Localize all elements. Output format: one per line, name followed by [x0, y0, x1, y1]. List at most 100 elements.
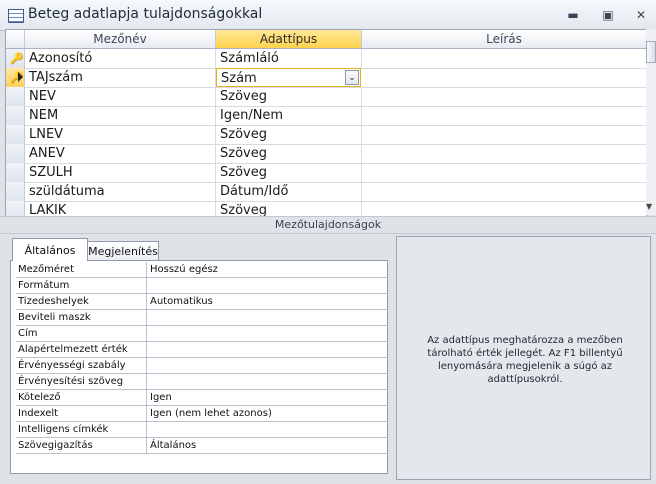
property-row[interactable]: Beviteli maszk	[16, 310, 387, 326]
property-label: Beviteli maszk	[16, 310, 147, 325]
field-row[interactable]: LAKIK Szöveg	[6, 201, 646, 216]
property-label: Tizedeshelyek	[16, 294, 147, 309]
column-header-description[interactable]: Leírás	[362, 30, 646, 48]
tab-general[interactable]: Általános	[12, 238, 88, 261]
property-row[interactable]: Indexelt Igen (nem lehet azonos)	[16, 406, 387, 422]
property-label: Mezőméret	[16, 262, 147, 277]
field-row[interactable]: LNEV Szöveg	[6, 125, 646, 145]
property-row[interactable]: Szövegigazítás Általános	[16, 438, 387, 454]
property-value[interactable]	[148, 374, 387, 389]
row-selector[interactable]: 🔑	[6, 68, 25, 87]
description-cell[interactable]	[362, 201, 646, 216]
description-cell[interactable]	[362, 87, 646, 106]
field-row[interactable]: 🔑 TAJszám Szám ⌄	[6, 68, 646, 88]
selector-header	[6, 30, 25, 48]
data-type-cell[interactable]: Dátum/Idő	[216, 182, 362, 201]
property-label: Cím	[16, 326, 147, 341]
row-selector[interactable]	[6, 144, 25, 163]
row-selector[interactable]	[6, 163, 25, 182]
field-properties-panel: Mezőméret Hosszú egész Formátum Tizedeshe…	[10, 260, 388, 474]
description-cell[interactable]	[362, 182, 646, 201]
field-name-cell[interactable]: NEV	[25, 87, 216, 106]
help-text: Az adattípus meghatározza a mezőben táro…	[427, 335, 623, 385]
row-selector-arrow-icon	[18, 72, 23, 82]
minimize-button[interactable]: ▬	[560, 5, 586, 25]
data-type-value: Szám	[221, 71, 257, 86]
description-cell[interactable]	[362, 163, 646, 182]
data-type-cell[interactable]: Szöveg	[216, 201, 362, 216]
property-row[interactable]: Tizedeshelyek Automatikus	[16, 294, 387, 310]
chevron-down-icon[interactable]: ⌄	[345, 70, 359, 85]
column-header-data-type[interactable]: Adattípus	[216, 30, 362, 48]
property-label: Intelligens címkék	[16, 422, 147, 437]
property-label: Indexelt	[16, 406, 147, 421]
row-selector[interactable]	[6, 201, 25, 216]
row-selector[interactable]	[6, 106, 25, 125]
property-row[interactable]: Érvényesítési szöveg	[16, 374, 387, 390]
scrollbar-thumb[interactable]	[646, 41, 656, 63]
field-name-cell[interactable]: NEM	[25, 106, 216, 125]
data-type-cell[interactable]: Szöveg	[216, 144, 362, 163]
field-row[interactable]: SZULH Szöveg	[6, 163, 646, 183]
property-row[interactable]: Kötelező Igen	[16, 390, 387, 406]
property-row[interactable]: Intelligens címkék	[16, 422, 387, 438]
field-properties-header: Mezőtulajdonságok	[0, 216, 656, 234]
property-value[interactable]	[148, 278, 387, 293]
row-selector[interactable]	[6, 125, 25, 144]
table-design-window: Beteg adatlapja tulajdonságokkal ▬ ▣ ✕ M…	[0, 0, 656, 484]
description-cell[interactable]	[362, 106, 646, 125]
data-type-cell[interactable]: Szöveg	[216, 87, 362, 106]
description-cell[interactable]	[362, 49, 646, 68]
property-label: Formátum	[16, 278, 147, 293]
property-value[interactable]	[148, 422, 387, 437]
property-row[interactable]: Mezőméret Hosszú egész	[16, 262, 387, 278]
restore-button[interactable]: ▣	[595, 5, 621, 25]
field-row[interactable]: szüldátuma Dátum/Idő	[6, 182, 646, 202]
data-type-cell[interactable]: Szöveg	[216, 125, 362, 144]
field-row[interactable]: ANEV Szöveg	[6, 144, 646, 164]
window-title: Beteg adatlapja tulajdonságokkal	[28, 6, 263, 22]
property-row[interactable]: Érvényességi szabály	[16, 358, 387, 374]
tab-lookup[interactable]: Megjelenítés	[87, 241, 159, 260]
property-value[interactable]: Hosszú egész	[148, 262, 387, 277]
field-name-cell[interactable]: Azonosító	[25, 49, 216, 68]
data-type-cell[interactable]: Szöveg	[216, 163, 362, 182]
property-value[interactable]	[148, 310, 387, 325]
row-selector[interactable]	[6, 182, 25, 201]
grid-header: Mezőnév Adattípus Leírás	[6, 30, 646, 49]
column-header-field-name[interactable]: Mezőnév	[25, 30, 216, 48]
property-label: Szövegigazítás	[16, 438, 147, 453]
data-type-cell[interactable]: Igen/Nem	[216, 106, 362, 125]
field-row[interactable]: NEV Szöveg	[6, 87, 646, 107]
property-value[interactable]: Általános	[148, 438, 387, 453]
description-cell[interactable]	[362, 125, 646, 144]
field-name-cell[interactable]: szüldátuma	[25, 182, 216, 201]
property-row[interactable]: Cím	[16, 326, 387, 342]
description-cell[interactable]	[362, 68, 646, 87]
property-value[interactable]	[148, 358, 387, 373]
property-value[interactable]	[148, 342, 387, 357]
row-selector[interactable]: 🔑	[6, 49, 25, 68]
close-button[interactable]: ✕	[628, 5, 654, 25]
property-value[interactable]: Igen (nem lehet azonos)	[148, 406, 387, 421]
field-name-cell[interactable]: TAJszám	[25, 68, 216, 87]
description-cell[interactable]	[362, 144, 646, 163]
field-name-cell[interactable]: LAKIK	[25, 201, 216, 216]
row-selector[interactable]	[6, 87, 25, 106]
help-panel: Az adattípus meghatározza a mezőben táro…	[396, 236, 651, 480]
property-label: Kötelező	[16, 390, 147, 405]
field-row[interactable]: 🔑 Azonosító Számláló	[6, 49, 646, 69]
property-value[interactable]: Igen	[148, 390, 387, 405]
property-value[interactable]	[148, 326, 387, 341]
data-type-cell[interactable]: Számláló	[216, 49, 362, 68]
field-name-cell[interactable]: SZULH	[25, 163, 216, 182]
scroll-down-icon[interactable]: ▼	[646, 202, 652, 211]
property-value[interactable]: Automatikus	[148, 294, 387, 309]
field-name-cell[interactable]: LNEV	[25, 125, 216, 144]
data-type-combobox[interactable]: Szám ⌄	[216, 68, 361, 87]
property-row[interactable]: Alapértelmezett érték	[16, 342, 387, 358]
field-name-cell[interactable]: ANEV	[25, 144, 216, 163]
field-grid: Mezőnév Adattípus Leírás 🔑 Azonosító Szá…	[5, 29, 647, 217]
property-row[interactable]: Formátum	[16, 278, 387, 294]
field-row[interactable]: NEM Igen/Nem	[6, 106, 646, 126]
